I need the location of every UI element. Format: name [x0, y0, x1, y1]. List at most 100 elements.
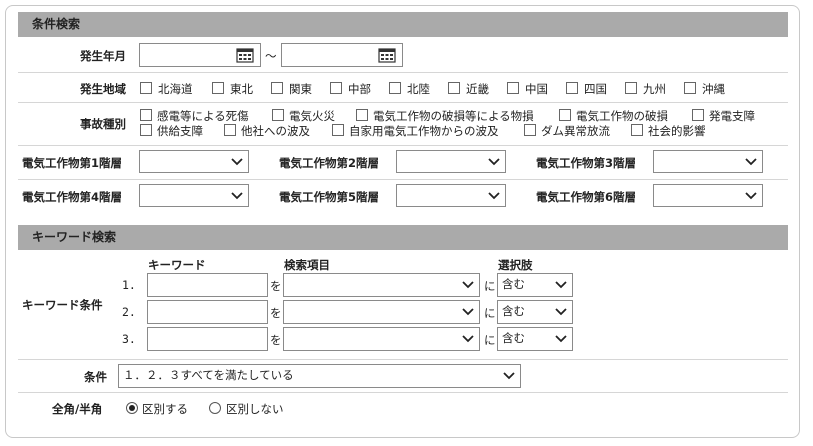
- checkbox-label: 関東: [289, 82, 312, 96]
- facility-level4-label: 電気工作物第4階層: [22, 190, 123, 204]
- field-select-3[interactable]: [283, 327, 480, 351]
- checkbox-label: 東北: [230, 82, 253, 96]
- checkbox-label: 九州: [643, 82, 666, 96]
- keyword-input-3[interactable]: [147, 327, 268, 351]
- radio-label: 区別しない: [226, 402, 284, 416]
- accident-type-label: 事故種別: [80, 117, 126, 131]
- calendar-icon[interactable]: [378, 47, 396, 63]
- condition-search-header: 条件検索: [18, 12, 788, 37]
- checkbox-accident[interactable]: [332, 124, 344, 136]
- checkbox-accident[interactable]: [140, 109, 152, 121]
- checkbox-label: 北陸: [407, 82, 430, 96]
- divider: [18, 392, 788, 393]
- checkbox-region-hokuriku[interactable]: [389, 82, 401, 94]
- chevron-down-icon: [503, 372, 515, 380]
- divider: [18, 179, 788, 180]
- checkbox-region-kyushu[interactable]: [625, 82, 637, 94]
- select-value: 含む: [502, 304, 525, 318]
- checkbox-region-kanto[interactable]: [271, 82, 283, 94]
- chevron-down-icon: [231, 192, 243, 200]
- field-select-1[interactable]: [283, 273, 480, 297]
- condition-label: 条件: [84, 370, 107, 384]
- select-value: 含む: [502, 277, 525, 291]
- checkbox-accident[interactable]: [692, 109, 704, 121]
- facility-level4-select[interactable]: [139, 184, 249, 207]
- checkbox-label: 四国: [584, 82, 607, 96]
- checkbox-region-okinawa[interactable]: [684, 82, 696, 94]
- checkbox-label: 自家用電気工作物からの波及: [349, 124, 499, 138]
- checkbox-accident[interactable]: [631, 124, 643, 136]
- checkbox-label: ダム異常放流: [541, 124, 610, 138]
- checkbox-label: 社会的影響: [648, 124, 706, 138]
- checkbox-label: 沖縄: [702, 82, 725, 96]
- chevron-down-icon: [462, 281, 474, 289]
- row-number: 2.: [122, 305, 136, 319]
- chevron-down-icon: [745, 158, 757, 166]
- date-to-input[interactable]: [281, 43, 403, 67]
- keyword-input-2[interactable]: [147, 300, 268, 324]
- facility-level5-label: 電気工作物第5階層: [279, 190, 380, 204]
- chevron-down-icon: [231, 158, 243, 166]
- checkbox-label: 感電等による死傷: [157, 109, 249, 123]
- facility-level3-select[interactable]: [653, 150, 763, 173]
- divider: [18, 359, 788, 360]
- particle-ni: に: [484, 279, 496, 293]
- date-from-input[interactable]: [139, 43, 261, 67]
- chevron-down-icon: [488, 192, 500, 200]
- choice-select-3[interactable]: 含む: [497, 327, 573, 351]
- checkbox-accident[interactable]: [140, 124, 152, 136]
- radio-no-distinguish[interactable]: [209, 402, 221, 414]
- chevron-down-icon: [555, 335, 567, 343]
- choice-select-2[interactable]: 含む: [497, 300, 573, 324]
- row-number: 1.: [122, 278, 136, 292]
- checkbox-region-chubu[interactable]: [330, 82, 342, 94]
- condition-select[interactable]: １．２．３すべてを満たしている: [118, 364, 521, 388]
- particle-wo: を: [270, 333, 282, 347]
- checkbox-label: 電気工作物の破損: [576, 109, 668, 123]
- calendar-icon[interactable]: [236, 47, 254, 63]
- particle-ni: に: [484, 333, 496, 347]
- row-number: 3.: [122, 332, 136, 346]
- choice-select-1[interactable]: 含む: [497, 273, 573, 297]
- checkbox-label: 北海道: [158, 82, 193, 96]
- divider: [18, 72, 788, 73]
- checkbox-label: 近畿: [466, 82, 489, 96]
- checkbox-region-hokkaido[interactable]: [140, 82, 152, 94]
- facility-level6-select[interactable]: [653, 184, 763, 207]
- chevron-down-icon: [555, 281, 567, 289]
- facility-level2-select[interactable]: [396, 150, 506, 173]
- chevron-down-icon: [745, 192, 757, 200]
- checkbox-region-shikoku[interactable]: [566, 82, 578, 94]
- region-label: 発生地域: [80, 82, 126, 96]
- date-label: 発生年月: [80, 49, 126, 63]
- checkbox-accident[interactable]: [524, 124, 536, 136]
- chevron-down-icon: [462, 308, 474, 316]
- radio-distinguish[interactable]: [126, 402, 138, 414]
- facility-level2-label: 電気工作物第2階層: [279, 156, 380, 170]
- facility-level5-select[interactable]: [396, 184, 506, 207]
- checkbox-label: 他社への波及: [241, 124, 310, 138]
- checkbox-accident[interactable]: [224, 124, 236, 136]
- particle-wo: を: [270, 279, 282, 293]
- chevron-down-icon: [488, 158, 500, 166]
- divider: [18, 145, 788, 146]
- select-value: １．２．３すべてを満たしている: [123, 368, 294, 382]
- checkbox-accident[interactable]: [559, 109, 571, 121]
- checkbox-label: 発電支障: [709, 109, 755, 123]
- checkbox-label: 供給支障: [157, 124, 203, 138]
- field-select-2[interactable]: [283, 300, 480, 324]
- keyword-condition-label: キーワード条件: [22, 298, 103, 312]
- select-value: 含む: [502, 331, 525, 345]
- keyword-input-1[interactable]: [147, 273, 268, 297]
- facility-level6-label: 電気工作物第6階層: [536, 190, 637, 204]
- facility-level3-label: 電気工作物第3階層: [536, 156, 637, 170]
- checkbox-region-tohoku[interactable]: [212, 82, 224, 94]
- radio-label: 区別する: [142, 402, 188, 416]
- checkbox-region-chugoku[interactable]: [507, 82, 519, 94]
- chevron-down-icon: [555, 308, 567, 316]
- checkbox-region-kinki[interactable]: [448, 82, 460, 94]
- checkbox-accident[interactable]: [356, 109, 368, 121]
- particle-ni: に: [484, 306, 496, 320]
- facility-level1-select[interactable]: [139, 150, 249, 173]
- checkbox-accident[interactable]: [272, 109, 284, 121]
